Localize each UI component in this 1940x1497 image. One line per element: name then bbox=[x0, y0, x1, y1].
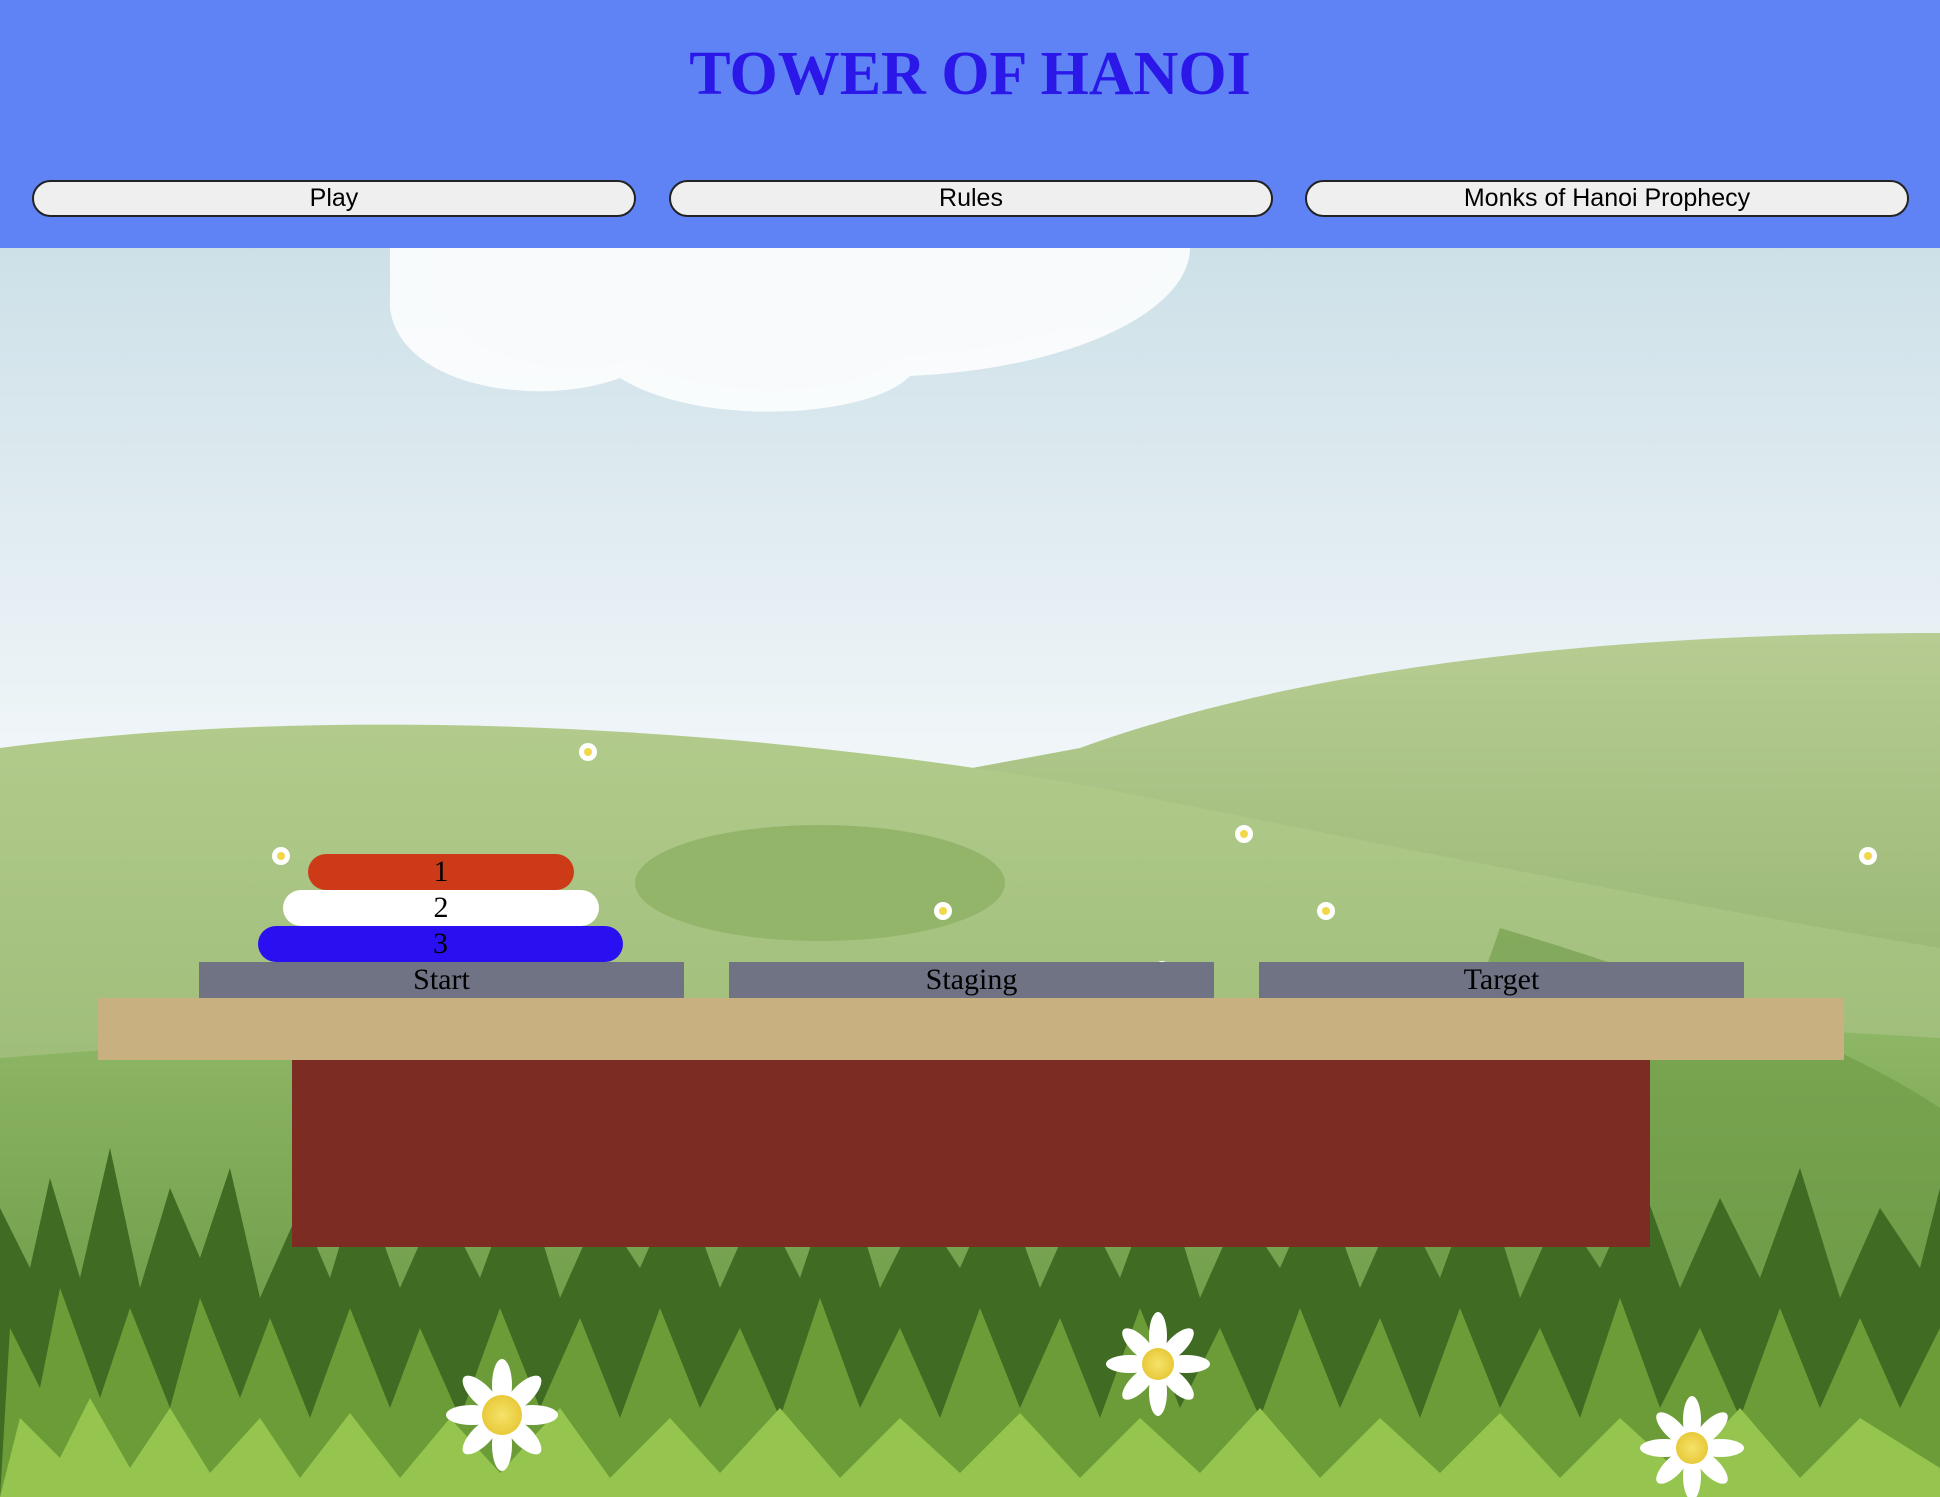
page-title: TOWER OF HANOI bbox=[689, 40, 1251, 108]
disk-1[interactable]: 1 bbox=[308, 854, 574, 890]
disk-2[interactable]: 2 bbox=[283, 890, 599, 926]
table-base bbox=[292, 1060, 1650, 1247]
peg-staging[interactable]: Staging bbox=[729, 962, 1214, 998]
meadow-background bbox=[0, 248, 1940, 1497]
header-bar: TOWER OF HANOI Play Rules Monks of Hanoi… bbox=[0, 0, 1940, 248]
rules-button[interactable]: Rules bbox=[669, 180, 1273, 217]
peg-target[interactable]: Target bbox=[1259, 962, 1744, 998]
table-top bbox=[98, 998, 1844, 1060]
game-app: TOWER OF HANOI Play Rules Monks of Hanoi… bbox=[0, 0, 1940, 1497]
play-button[interactable]: Play bbox=[32, 180, 636, 217]
disk-3[interactable]: 3 bbox=[258, 926, 623, 962]
prophecy-button[interactable]: Monks of Hanoi Prophecy bbox=[1305, 180, 1909, 217]
peg-start[interactable]: Start bbox=[199, 962, 684, 998]
